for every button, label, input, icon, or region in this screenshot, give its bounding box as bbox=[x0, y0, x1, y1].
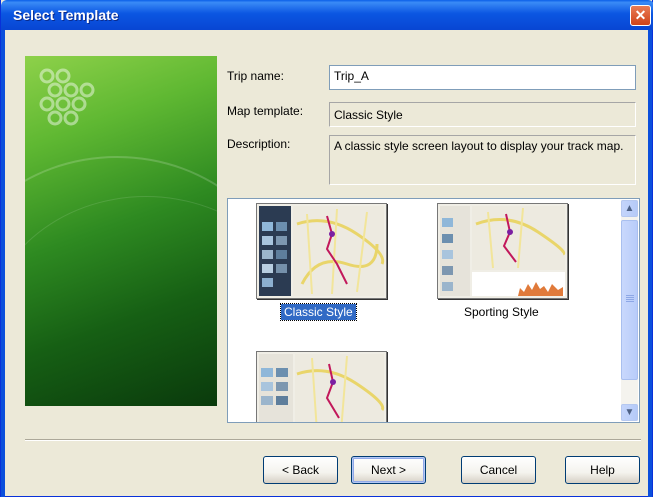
banner-swoosh-inner bbox=[25, 196, 217, 406]
template-label-classic[interactable]: Classic Style bbox=[280, 303, 357, 321]
template-thumbnail-sporting[interactable] bbox=[437, 203, 568, 299]
title-bar[interactable]: Select Template ✕ bbox=[1, 0, 653, 30]
button-separator-highlight bbox=[25, 440, 641, 441]
trip-name-label: Trip name: bbox=[227, 69, 284, 83]
next-button[interactable]: Next > bbox=[351, 456, 426, 484]
trip-name-input[interactable]: Trip_A bbox=[329, 65, 636, 90]
classic-map-preview-icon bbox=[257, 204, 386, 298]
sporting-map-preview-icon bbox=[438, 204, 567, 298]
scroll-up-button[interactable]: ▲ bbox=[621, 200, 638, 217]
close-icon: ✕ bbox=[634, 7, 647, 23]
scrollbar-thumb[interactable] bbox=[621, 220, 638, 380]
scroll-down-button[interactable]: ▼ bbox=[621, 404, 638, 421]
scrollbar-grip-icon bbox=[626, 295, 634, 303]
cancel-button[interactable]: Cancel bbox=[461, 456, 536, 484]
template-gallery[interactable]: Classic Style Sporting Style ▲ ▼ bbox=[227, 198, 640, 423]
third-map-preview-icon bbox=[257, 352, 386, 422]
map-template-label: Map template: bbox=[227, 104, 304, 118]
back-button[interactable]: < Back bbox=[263, 456, 338, 484]
template-thumbnail-third[interactable] bbox=[256, 351, 387, 422]
template-label-sporting[interactable]: Sporting Style bbox=[461, 304, 542, 320]
wizard-banner bbox=[25, 56, 217, 406]
chevron-up-icon: ▲ bbox=[624, 203, 635, 214]
dot-cluster-logo-icon bbox=[39, 68, 95, 126]
map-template-field: Classic Style bbox=[329, 102, 636, 127]
description-field: A classic style screen layout to display… bbox=[329, 135, 636, 185]
window-frame-right bbox=[648, 30, 652, 497]
window-frame-left bbox=[1, 30, 5, 497]
select-template-dialog: Select Template ✕ Trip name: Trip_A Map … bbox=[0, 0, 653, 497]
help-button[interactable]: Help bbox=[565, 456, 640, 484]
template-thumbnail-classic[interactable] bbox=[256, 203, 387, 299]
chevron-down-icon: ▼ bbox=[624, 407, 635, 418]
close-button[interactable]: ✕ bbox=[630, 5, 651, 26]
description-label: Description: bbox=[227, 137, 291, 151]
gallery-scrollbar[interactable]: ▲ ▼ bbox=[621, 200, 638, 421]
window-title: Select Template bbox=[13, 7, 119, 23]
